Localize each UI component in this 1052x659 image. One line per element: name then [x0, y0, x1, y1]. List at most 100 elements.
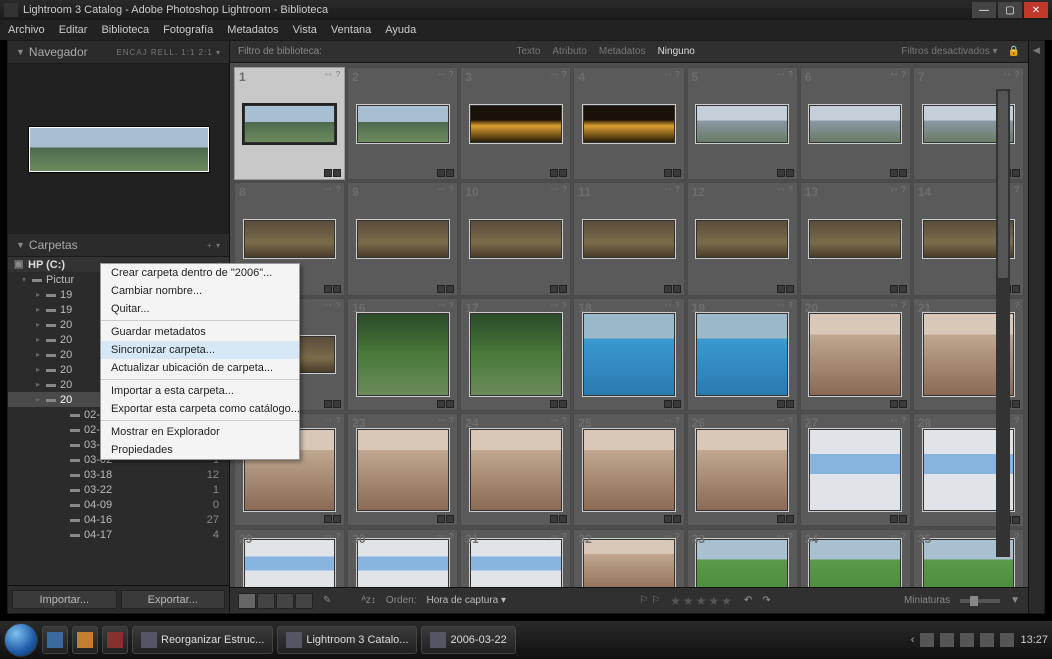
- filter-texto[interactable]: Texto: [516, 46, 540, 57]
- tray-icon[interactable]: [980, 633, 994, 647]
- sort-value[interactable]: Hora de captura ▾: [427, 595, 507, 606]
- menu-item[interactable]: Quitar...: [101, 300, 299, 318]
- navigator-header[interactable]: ▼ Navegador ENCAJ RELL. 1:1 2:1 ▾: [8, 41, 229, 64]
- thumbnail-cell[interactable]: 34▫▫ ?: [800, 529, 911, 588]
- menu-vista[interactable]: Vista: [293, 24, 317, 36]
- thumbnail-cell[interactable]: 1▫▫ ?: [234, 67, 345, 180]
- thumbnail-cell[interactable]: 12▫▫ ?: [687, 182, 798, 295]
- window-minimize-button[interactable]: —: [972, 2, 996, 18]
- collapse-icon: ▼: [16, 240, 25, 250]
- thumbnail-cell[interactable]: 6▫▫ ?: [800, 67, 911, 180]
- thumbnail-cell[interactable]: 11▫▫ ?: [573, 182, 684, 295]
- filter-ninguno[interactable]: Ninguno: [658, 46, 695, 57]
- menu-item[interactable]: Guardar metadatos: [101, 323, 299, 341]
- rating-stars[interactable]: ★★★★★: [670, 594, 734, 608]
- tray-icon[interactable]: [940, 633, 954, 647]
- compare-view-button[interactable]: [276, 593, 294, 609]
- thumbnail-cell[interactable]: 3▫▫ ?: [460, 67, 571, 180]
- thumbnail-cell[interactable]: 27▫▫ ?: [800, 413, 911, 526]
- thumbnail-cell[interactable]: 13▫▫ ?: [800, 182, 911, 295]
- menu-biblioteca[interactable]: Biblioteca: [101, 24, 149, 36]
- cell-badges: ▫▫ ?: [325, 301, 341, 310]
- folder-row[interactable]: ▬04-1627: [8, 512, 229, 527]
- window-close-button[interactable]: ✕: [1024, 2, 1048, 18]
- loupe-view-button[interactable]: [257, 593, 275, 609]
- quicklaunch[interactable]: [42, 626, 68, 654]
- rotate-left-button[interactable]: ↶: [744, 595, 752, 606]
- menu-item[interactable]: Actualizar ubicación de carpeta...: [101, 359, 299, 377]
- menu-editar[interactable]: Editar: [59, 24, 88, 36]
- flag-buttons[interactable]: ⚐ ⚐: [639, 595, 660, 606]
- menu-item[interactable]: Cambiar nombre...: [101, 282, 299, 300]
- menu-item[interactable]: Propiedades: [101, 441, 299, 459]
- thumbnail-cell[interactable]: 33▫▫ ?: [687, 529, 798, 588]
- thumbnail-cell[interactable]: 32▫▫ ?: [573, 529, 684, 588]
- menu-item[interactable]: Crear carpeta dentro de "2006"...: [101, 264, 299, 282]
- navigator-options[interactable]: ENCAJ RELL. 1:1 2:1 ▾: [116, 48, 221, 57]
- menu-metadatos[interactable]: Metadatos: [227, 24, 278, 36]
- navigator-preview[interactable]: [8, 64, 229, 234]
- tray-icon[interactable]: [1000, 633, 1014, 647]
- menu-item[interactable]: Mostrar en Explorador: [101, 423, 299, 441]
- rotate-right-button[interactable]: ↷: [762, 595, 770, 606]
- thumbnail-cell[interactable]: 5▫▫ ?: [687, 67, 798, 180]
- thumbnail-cell[interactable]: 2▫▫ ?: [347, 67, 458, 180]
- right-panel-collapsed[interactable]: ◀: [1028, 41, 1044, 613]
- tray-expand-icon[interactable]: ‹: [911, 634, 915, 646]
- quicklaunch[interactable]: [72, 626, 98, 654]
- survey-view-button[interactable]: [295, 593, 313, 609]
- plus-icon[interactable]: + ▾: [207, 241, 221, 250]
- window-maximize-button[interactable]: ▢: [998, 2, 1022, 18]
- thumbnail-slider[interactable]: [960, 599, 1000, 603]
- thumbnail-cell[interactable]: 25▫▫ ?: [573, 413, 684, 526]
- thumbnail-cell[interactable]: 10▫▫ ?: [460, 182, 571, 295]
- menu-item[interactable]: Exportar esta carpeta como catálogo...: [101, 400, 299, 418]
- thumbnail-cell[interactable]: 26▫▫ ?: [687, 413, 798, 526]
- thumbnail-cell[interactable]: 24▫▫ ?: [460, 413, 571, 526]
- menu-ayuda[interactable]: Ayuda: [385, 24, 416, 36]
- thumbnail-cell[interactable]: 4▫▫ ?: [573, 67, 684, 180]
- thumbnail-grid[interactable]: 1▫▫ ?2▫▫ ?3▫▫ ?4▫▫ ?5▫▫ ?6▫▫ ?7▫▫ ?8▫▫ ?…: [230, 63, 1028, 587]
- cell-index: 26: [692, 416, 705, 430]
- taskbar-item[interactable]: Reorganizar Estruc...: [132, 626, 273, 654]
- thumbnail-cell[interactable]: 23▫▫ ?: [347, 413, 458, 526]
- clock[interactable]: 13:27: [1020, 634, 1048, 646]
- menu-archivo[interactable]: Archivo: [8, 24, 45, 36]
- tray-icon[interactable]: [960, 633, 974, 647]
- start-button[interactable]: [4, 623, 38, 657]
- folder-row[interactable]: ▬03-1812: [8, 467, 229, 482]
- thumbnail-cell[interactable]: 30▫▫ ?: [347, 529, 458, 588]
- thumbnail-cell[interactable]: 16▫▫ ?: [347, 298, 458, 411]
- folder-row[interactable]: ▬04-090: [8, 497, 229, 512]
- folders-header[interactable]: ▼ Carpetas + ▾: [8, 234, 229, 257]
- menu-item[interactable]: Importar a esta carpeta...: [101, 382, 299, 400]
- thumbnail-cell[interactable]: 31▫▫ ?: [460, 529, 571, 588]
- grid-scrollbar[interactable]: [996, 89, 1010, 557]
- grid-view-button[interactable]: [238, 593, 256, 609]
- folder-row[interactable]: ▬03-221: [8, 482, 229, 497]
- export-button[interactable]: Exportar...: [121, 590, 226, 609]
- quicklaunch[interactable]: [102, 626, 128, 654]
- system-tray[interactable]: ‹ 13:27: [911, 633, 1048, 647]
- menu-ventana[interactable]: Ventana: [331, 24, 371, 36]
- folder-row[interactable]: ▬04-174: [8, 527, 229, 542]
- taskbar-item[interactable]: Lightroom 3 Catalo...: [277, 626, 417, 654]
- thumbnail-cell[interactable]: 19▫▫ ?: [687, 298, 798, 411]
- thumbnail-cell[interactable]: 20▫▫ ?: [800, 298, 911, 411]
- thumbnail-cell[interactable]: 17▫▫ ?: [460, 298, 571, 411]
- filter-preset[interactable]: Filtros desactivados ▾: [901, 46, 997, 57]
- toolbar-menu-icon[interactable]: ▼: [1010, 595, 1020, 606]
- cell-badges: ▫▫ ?: [551, 301, 567, 310]
- menu-item[interactable]: Sincronizar carpeta...: [101, 341, 299, 359]
- tray-icon[interactable]: [920, 633, 934, 647]
- thumbnail-cell[interactable]: 9▫▫ ?: [347, 182, 458, 295]
- lock-icon[interactable]: 🔒: [1008, 46, 1020, 57]
- painter-icon[interactable]: ✎: [323, 595, 331, 606]
- import-button[interactable]: Importar...: [12, 590, 117, 609]
- menu-fotografía[interactable]: Fotografía: [163, 24, 213, 36]
- filter-atributo[interactable]: Atributo: [552, 46, 586, 57]
- thumbnail-cell[interactable]: 18▫▫ ?: [573, 298, 684, 411]
- taskbar-item[interactable]: 2006-03-22: [421, 626, 515, 654]
- thumbnail-cell[interactable]: 29▫▫ ?: [234, 529, 345, 588]
- filter-metadatos[interactable]: Metadatos: [599, 46, 646, 57]
